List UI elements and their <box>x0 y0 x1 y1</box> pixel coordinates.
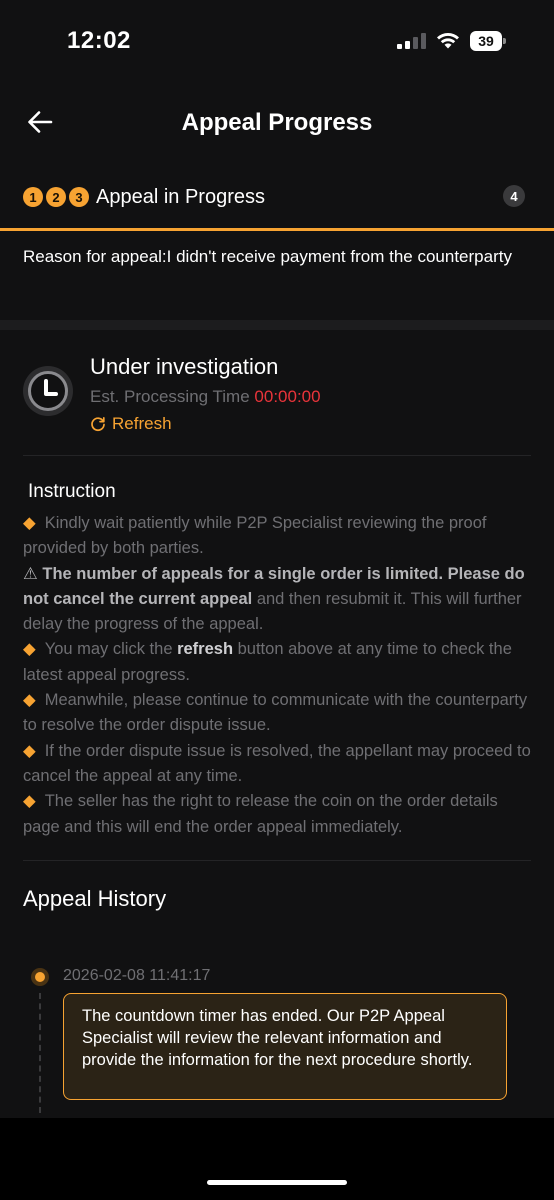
wifi-icon <box>437 33 459 49</box>
diamond-bullet-icon: ◆ <box>23 640 36 659</box>
timeline-dot-icon <box>31 968 49 986</box>
step-4-badge: 4 <box>503 185 525 207</box>
est-processing-time: Est. Processing Time 00:00:00 <box>90 387 321 407</box>
est-processing-label: Est. Processing Time <box>90 387 250 406</box>
divider <box>23 455 531 456</box>
page-title: Appeal Progress <box>181 109 373 136</box>
history-entry-date: 2026-02-08 11:41:17 <box>63 967 211 984</box>
refresh-button[interactable]: Refresh <box>90 414 172 434</box>
current-step-label: Appeal in Progress <box>96 185 265 208</box>
instruction-item: ◆ Kindly wait patiently while P2P Special… <box>23 514 487 558</box>
battery-icon: 39 <box>470 31 506 51</box>
step-indicator: 1 2 3 Appeal in Progress <box>23 185 265 209</box>
timeline-line <box>39 993 41 1113</box>
bottom-safe-area <box>0 1118 554 1200</box>
refresh-icon <box>91 416 105 431</box>
progress-divider <box>0 228 554 231</box>
diamond-bullet-icon: ◆ <box>23 514 36 532</box>
investigation-status-title: Under investigation <box>90 354 279 379</box>
est-processing-countdown: 00:00:00 <box>254 387 321 406</box>
step-2-badge: 2 <box>46 187 66 207</box>
battery-level: 39 <box>478 33 494 49</box>
instruction-item: ◆ Meanwhile, please continue to communica… <box>23 691 528 735</box>
instruction-item: ◆ The seller has the right to release the… <box>23 792 498 836</box>
step-3-badge: 3 <box>69 187 89 207</box>
diamond-bullet-icon: ◆ <box>23 741 36 760</box>
appeal-reason: Reason for appeal:I didn't receive payme… <box>23 247 512 266</box>
cellular-signal-icon <box>397 33 426 49</box>
history-entry-message: The countdown timer has ended. Our P2P A… <box>63 993 507 1100</box>
instruction-item: ◆ If the order dispute issue is resolved,… <box>23 741 531 785</box>
refresh-label: Refresh <box>112 414 172 433</box>
instruction-item-warning: ⚠ The number of appeals for a single ord… <box>23 564 525 634</box>
diamond-bullet-icon: ◆ <box>23 691 36 710</box>
clock-icon <box>23 366 73 416</box>
warning-icon: ⚠ <box>23 564 43 583</box>
divider <box>23 860 531 861</box>
instruction-list: ◆ Kindly wait patiently while P2P Special… <box>23 511 533 840</box>
instruction-item: ◆ You may click the refresh button above … <box>23 640 512 684</box>
section-separator <box>0 320 554 330</box>
home-indicator[interactable] <box>207 1180 347 1185</box>
appeal-history-title: Appeal History <box>23 886 167 911</box>
diamond-bullet-icon: ◆ <box>23 792 36 811</box>
instruction-title: Instruction <box>28 481 116 502</box>
step-1-badge: 1 <box>23 187 43 207</box>
status-time: 12:02 <box>67 27 131 54</box>
